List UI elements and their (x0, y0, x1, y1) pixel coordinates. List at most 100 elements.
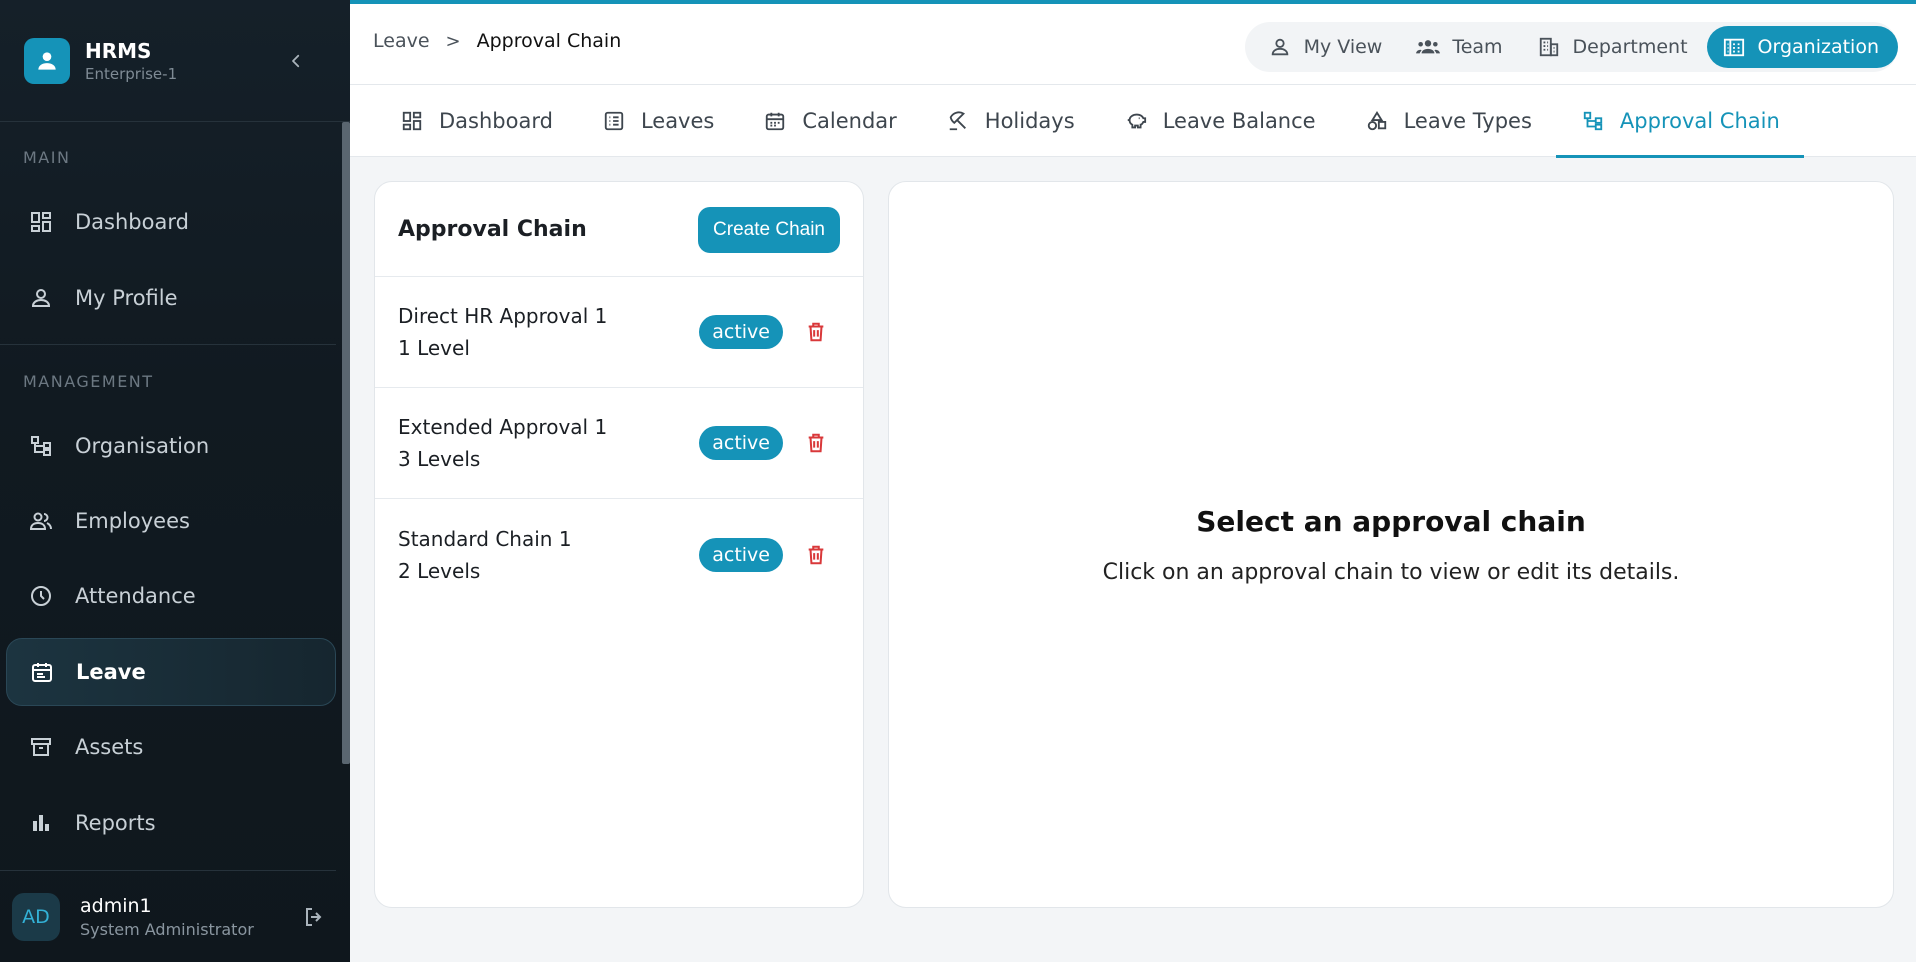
section-label-main: MAIN (23, 148, 71, 167)
view-organization[interactable]: Organization (1706, 26, 1898, 68)
user-role: System Administrator (80, 919, 254, 939)
sidebar-item-my-profile[interactable]: My Profile (6, 264, 336, 332)
sidebar-item-label: Employees (75, 509, 190, 533)
tab-label: Approval Chain (1619, 109, 1780, 133)
tab-approval-chain[interactable]: Approval Chain (1555, 85, 1804, 158)
tab-label: Calendar (802, 109, 897, 133)
tab-label: Dashboard (439, 109, 553, 133)
logout-button[interactable] (300, 903, 328, 931)
tab-holidays[interactable]: Holidays (921, 85, 1099, 157)
sidebar-item-label: My Profile (75, 286, 178, 310)
app-subtitle: Enterprise-1 (85, 64, 178, 83)
delete-chain-button[interactable] (803, 430, 829, 456)
trash-icon (808, 322, 824, 342)
sidebar-item-leave[interactable]: Leave (6, 638, 336, 706)
breadcrumb: Leave > Approval Chain (373, 30, 621, 52)
sidebar-item-label: Organisation (75, 434, 210, 458)
sidebar: HRMS Enterprise-1 MAIN Dashboard My Prof… (0, 0, 350, 962)
sidebar-item-reports[interactable]: Reports (6, 789, 336, 857)
tab-leaves[interactable]: Leaves (577, 85, 738, 157)
empty-state-subtitle: Click on an approval chain to view or ed… (1102, 559, 1680, 585)
avatar: AD (12, 892, 60, 941)
sidebar-item-label: Assets (75, 735, 144, 759)
breadcrumb-separator: > (445, 30, 461, 52)
top-bar: Leave > Approval Chain My View Team Depa… (350, 0, 1916, 85)
list-item[interactable]: Standard Chain 1 2 Levels active (375, 499, 863, 610)
organization-icon (1721, 34, 1747, 60)
shapes-icon (1364, 108, 1390, 134)
people-icon (28, 508, 54, 534)
sidebar-scrollbar[interactable] (342, 122, 350, 764)
sidebar-divider (0, 344, 336, 345)
sidebar-item-label: Reports (75, 811, 156, 835)
piggy-bank-icon (1123, 108, 1149, 134)
breadcrumb-current: Approval Chain (476, 30, 622, 52)
sidebar-item-dashboard[interactable]: Dashboard (6, 188, 336, 256)
building-icon (1536, 34, 1562, 60)
sidebar-item-employees[interactable]: Employees (6, 487, 336, 555)
view-label: Team (1452, 36, 1503, 58)
view-team[interactable]: Team (1401, 26, 1521, 68)
archive-icon (28, 734, 54, 760)
chevron-left-icon (292, 54, 300, 67)
team-icon (1415, 34, 1441, 60)
approval-chain-list-panel: Approval Chain Create Chain Direct HR Ap… (374, 181, 864, 908)
collapse-sidebar-button[interactable] (284, 49, 308, 73)
sidebar-item-label: Attendance (75, 584, 196, 608)
tab-label: Leave Types (1403, 109, 1532, 133)
logout-icon (306, 907, 322, 926)
main-content: Leave > Approval Chain My View Team Depa… (350, 0, 1916, 962)
list-header: Approval Chain Create Chain (375, 182, 863, 277)
dashboard-icon (399, 108, 425, 134)
beach-umbrella-icon (945, 108, 971, 134)
tab-label: Holidays (984, 109, 1075, 133)
list-title: Approval Chain (398, 216, 587, 242)
tab-leave-balance[interactable]: Leave Balance (1099, 85, 1340, 157)
list-item[interactable]: Extended Approval 1 3 Levels active (375, 388, 863, 499)
calendar-icon (29, 659, 55, 685)
tab-label: Leaves (640, 109, 715, 133)
status-badge: active (699, 537, 783, 572)
delete-chain-button[interactable] (803, 542, 829, 568)
bar-chart-icon (28, 810, 54, 836)
status-badge: active (699, 315, 783, 349)
app-logo (24, 37, 70, 84)
view-label: Organization (1757, 36, 1879, 58)
sidebar-item-organisation[interactable]: Organisation (6, 412, 336, 480)
list-icon (601, 108, 627, 134)
calendar-icon (762, 108, 788, 134)
view-label: My View (1303, 36, 1383, 58)
org-chart-icon (1580, 108, 1606, 134)
view-label: Department (1572, 36, 1688, 58)
sidebar-item-label: Leave (76, 660, 146, 684)
person-icon (1267, 34, 1293, 60)
tab-label: Leave Balance (1162, 109, 1316, 133)
tab-bar: Dashboard Leaves Calendar Holidays Leave… (350, 85, 1916, 158)
app-name: HRMS (85, 38, 152, 63)
trash-icon (808, 433, 824, 453)
status-badge: active (699, 426, 783, 460)
user-badge-icon (38, 51, 56, 70)
sidebar-item-assets[interactable]: Assets (6, 713, 336, 781)
sidebar-item-label: Dashboard (75, 210, 189, 234)
sidebar-item-attendance[interactable]: Attendance (6, 562, 336, 630)
user-name: admin1 (80, 894, 152, 917)
view-department[interactable]: Department (1522, 26, 1707, 68)
tab-dashboard[interactable]: Dashboard (375, 85, 577, 157)
breadcrumb-parent[interactable]: Leave (373, 30, 430, 52)
clock-icon (28, 583, 54, 609)
chain-detail-panel: Select an approval chain Click on an app… (888, 181, 1894, 908)
person-icon (28, 285, 54, 311)
tab-leave-types[interactable]: Leave Types (1340, 85, 1556, 157)
dashboard-icon (28, 209, 54, 235)
view-my-view[interactable]: My View (1253, 26, 1402, 68)
sidebar-header: HRMS Enterprise-1 (0, 0, 350, 122)
empty-state-title: Select an approval chain (1196, 504, 1586, 538)
view-switcher: My View Team Department Organization (1244, 22, 1898, 72)
tab-calendar[interactable]: Calendar (738, 85, 920, 157)
user-profile: AD admin1 System Administrator (0, 870, 336, 962)
section-label-management: MANAGEMENT (23, 372, 154, 391)
delete-chain-button[interactable] (803, 319, 829, 345)
create-chain-button[interactable]: Create Chain (698, 207, 840, 253)
list-item[interactable]: Direct HR Approval 1 1 Level active (375, 277, 863, 388)
